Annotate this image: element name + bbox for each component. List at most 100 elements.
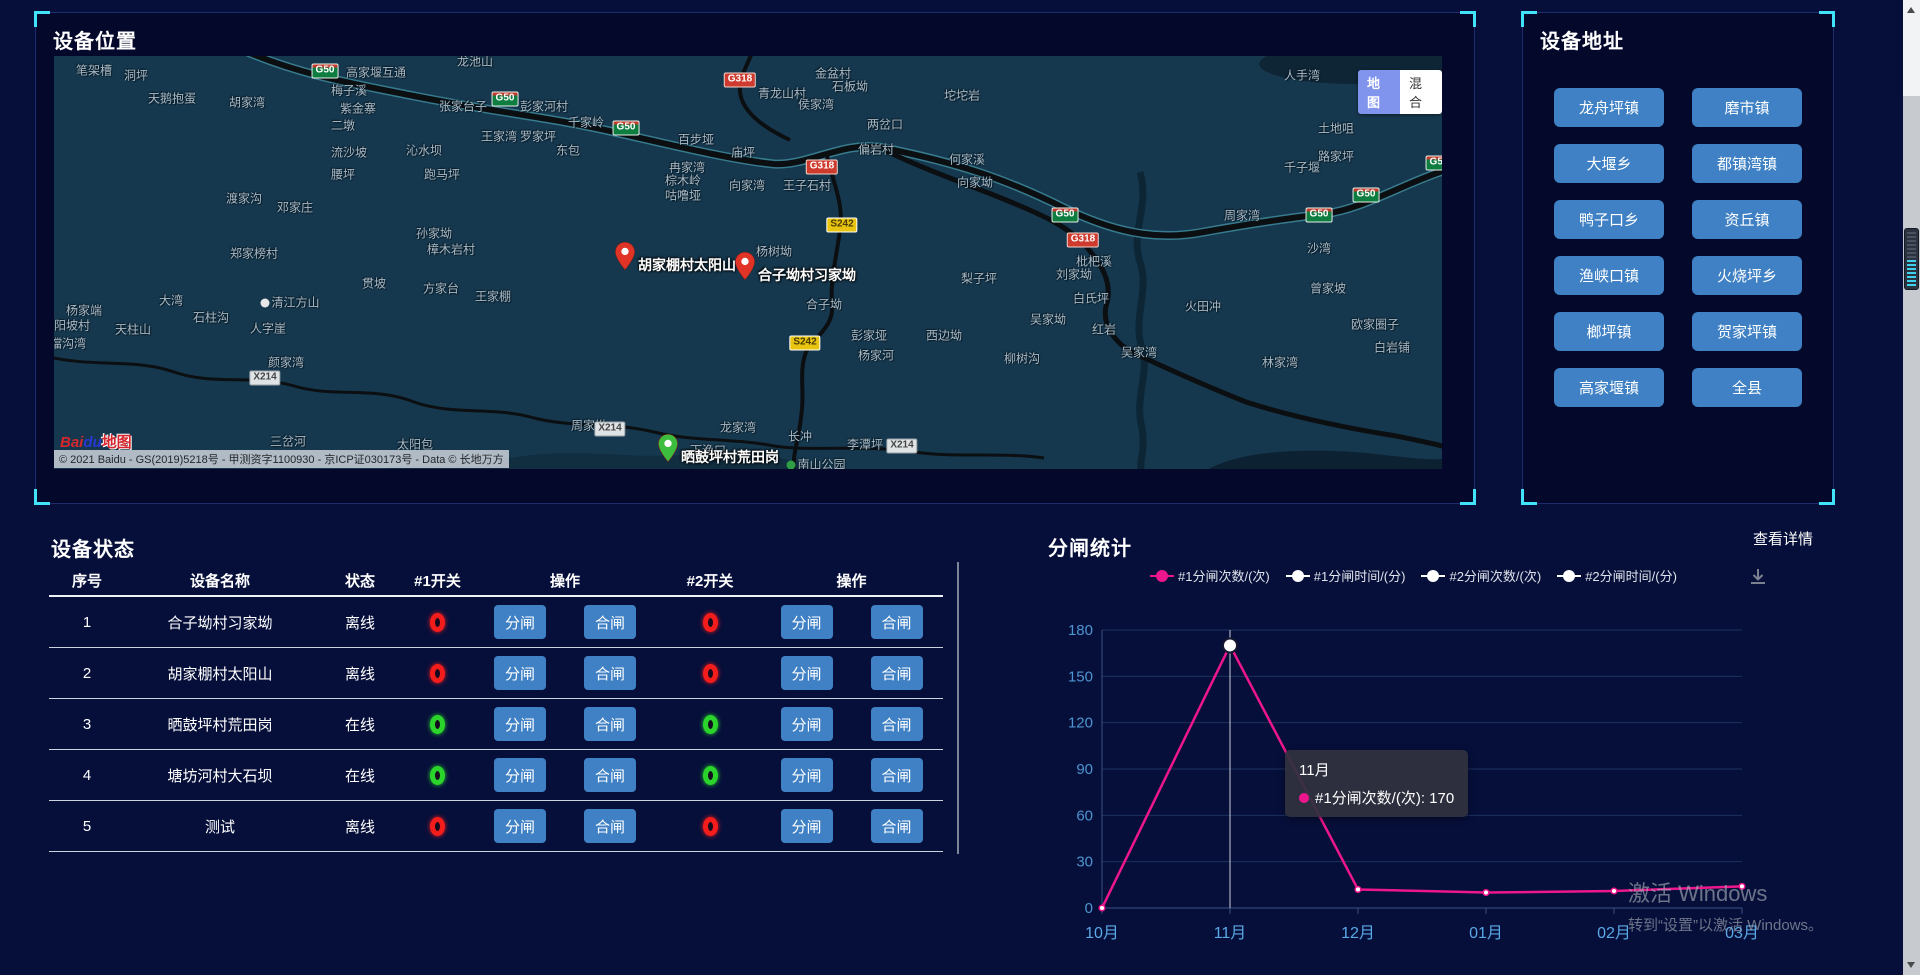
map-place-label: 方家台 xyxy=(423,280,459,297)
tooltip-value: #1分闸次数/(次): 170 xyxy=(1315,787,1454,808)
switch1-close-button[interactable]: 合闸 xyxy=(584,809,636,843)
address-button[interactable]: 鸭子口乡 xyxy=(1554,200,1664,239)
map-place-label: 二墩 xyxy=(331,117,355,134)
map-place-label: 天鹅抱蛋 xyxy=(148,90,196,107)
road-shield: G318 xyxy=(724,73,756,88)
switch2-open-button[interactable]: 分闸 xyxy=(781,656,833,690)
row-index: 3 xyxy=(49,716,125,733)
map-place-label: 向家坳 xyxy=(957,174,993,191)
map-type-toggle[interactable]: 地图混合 xyxy=(1358,70,1442,114)
view-details-link[interactable]: 查看详情 xyxy=(1753,528,1813,549)
switch2-close-button[interactable]: 合闸 xyxy=(871,758,923,792)
switch1-status-light xyxy=(430,664,445,683)
address-button[interactable]: 全县 xyxy=(1692,368,1802,407)
baidu-map[interactable]: 笔架槽洞坪天鹅抱蛋胡家湾高家堰互通梅子溪紫金寨二墩流沙坡沁水坝腰坪跑马坪渡家沟邓… xyxy=(54,56,1442,469)
device-location-panel: 设备位置 笔架槽洞坪天鹅抱蛋胡家湾高家堰互通梅子溪紫金寨二墩流沙坡沁水坝腰坪跑马… xyxy=(35,12,1475,504)
scrollbar-top xyxy=(1903,0,1920,96)
status-text: 离线 xyxy=(315,816,405,837)
svg-text:180: 180 xyxy=(1068,622,1093,639)
address-button[interactable]: 渔峡口镇 xyxy=(1554,256,1664,295)
map-place-label: 庙坪 xyxy=(731,144,755,161)
device-location-title: 设备位置 xyxy=(53,25,137,54)
chart-legend: #1分闸次数/(次) #1分闸时间/(分) #2分闸次数/(次) #2分闸时间/(分) xyxy=(1150,566,1677,585)
switch1-open-button[interactable]: 分闸 xyxy=(494,707,546,741)
switch2-close-button[interactable]: 合闸 xyxy=(871,656,923,690)
trip-stats-title: 分闸统计 xyxy=(1048,532,1132,561)
legend-item[interactable]: #2分闸时间/(分) xyxy=(1557,566,1677,585)
map-pin-icon[interactable] xyxy=(614,241,636,271)
map-place-label: 腰坪 xyxy=(331,166,355,183)
map-place-label: 王家湾 xyxy=(481,128,517,145)
map-place-label: 何家溪 xyxy=(949,151,985,168)
legend-item[interactable]: #1分闸次数/(次) xyxy=(1150,566,1270,585)
switch2-status-light xyxy=(703,766,718,785)
switch2-close-button[interactable]: 合闸 xyxy=(871,605,923,639)
switch1-open-button[interactable]: 分闸 xyxy=(494,605,546,639)
map-place-label: 红岩 xyxy=(1092,321,1116,338)
map-pin-icon[interactable] xyxy=(734,251,756,281)
map-place-label: 柳树沟 xyxy=(1004,350,1040,367)
road-shield: S242 xyxy=(789,336,820,351)
switch1-close-button[interactable]: 合闸 xyxy=(584,605,636,639)
device-name: 晒鼓坪村荒田岗 xyxy=(125,714,315,735)
svg-text:60: 60 xyxy=(1076,807,1093,824)
address-button[interactable]: 大堰乡 xyxy=(1554,144,1664,183)
map-place-label: 梅子溪 xyxy=(331,82,367,99)
table-row: 1合子坳村习家坳离线分闸合闸分闸合闸 xyxy=(49,597,943,648)
switch1-open-button[interactable]: 分闸 xyxy=(494,809,546,843)
map-place-label: 胡家湾 xyxy=(229,94,265,111)
scroll-up-icon[interactable] xyxy=(1907,7,1915,13)
switch1-status-light xyxy=(430,766,445,785)
map-place-label: 两岔口 xyxy=(867,116,903,133)
map-place-label: 彭家垭 xyxy=(851,327,887,344)
map-place-label: 坨坨岩 xyxy=(944,87,980,104)
switch2-close-button[interactable]: 合闸 xyxy=(871,809,923,843)
map-place-label: 跑马坪 xyxy=(424,166,460,183)
legend-line-icon xyxy=(1421,570,1445,582)
switch1-open-button[interactable]: 分闸 xyxy=(494,656,546,690)
switch1-status-light xyxy=(430,817,445,836)
switch2-close-button[interactable]: 合闸 xyxy=(871,707,923,741)
address-button[interactable]: 贺家坪镇 xyxy=(1692,312,1802,351)
switch2-open-button[interactable]: 分闸 xyxy=(781,707,833,741)
map-place-label: 梨子坪 xyxy=(961,270,997,287)
map-pin-label: 晒鼓坪村荒田岗 xyxy=(681,447,779,467)
scroll-down-icon[interactable] xyxy=(1907,962,1915,968)
column-header: 操作 xyxy=(470,570,660,591)
corner-decoration xyxy=(1460,11,1476,27)
address-button[interactable]: 龙舟坪镇 xyxy=(1554,88,1664,127)
map-place-label: 渡家沟 xyxy=(226,190,262,207)
download-icon[interactable] xyxy=(1747,566,1769,593)
switch2-open-button[interactable]: 分闸 xyxy=(781,809,833,843)
map-pin-icon[interactable] xyxy=(657,433,679,463)
map-place-label: 吴家坳 xyxy=(1030,311,1066,328)
address-button[interactable]: 榔坪镇 xyxy=(1554,312,1664,351)
legend-label: #1分闸时间/(分) xyxy=(1314,566,1406,585)
map-place-label: 邓家庄 xyxy=(277,199,313,216)
scrollbar-thumb[interactable] xyxy=(1904,228,1919,290)
legend-item[interactable]: #1分闸时间/(分) xyxy=(1286,566,1406,585)
legend-item[interactable]: #2分闸次数/(次) xyxy=(1421,566,1541,585)
switch1-open-button[interactable]: 分闸 xyxy=(494,758,546,792)
table-row: 5测试离线分闸合闸分闸合闸 xyxy=(49,801,943,852)
legend-label: #2分闸次数/(次) xyxy=(1449,566,1541,585)
map-place-label: 人手湾 xyxy=(1284,67,1320,84)
switch2-open-button[interactable]: 分闸 xyxy=(781,605,833,639)
map-type-satellite-button[interactable]: 混合 xyxy=(1400,70,1442,114)
address-button[interactable]: 火烧坪乡 xyxy=(1692,256,1802,295)
status-text: 在线 xyxy=(315,714,405,735)
map-type-map-button[interactable]: 地图 xyxy=(1358,70,1400,114)
address-button[interactable]: 资丘镇 xyxy=(1692,200,1802,239)
map-place-label: 王家棚 xyxy=(475,288,511,305)
switch1-close-button[interactable]: 合闸 xyxy=(584,758,636,792)
switch2-open-button[interactable]: 分闸 xyxy=(781,758,833,792)
poi-icon xyxy=(260,299,269,308)
scrollbar[interactable] xyxy=(1903,0,1920,975)
map-place-label: 白氏坪 xyxy=(1073,290,1109,307)
switch1-close-button[interactable]: 合闸 xyxy=(584,707,636,741)
address-button[interactable]: 都镇湾镇 xyxy=(1692,144,1802,183)
address-button[interactable]: 磨市镇 xyxy=(1692,88,1802,127)
map-attribution: © 2021 Baidu - GS(2019)5218号 - 甲测资字11009… xyxy=(54,450,509,468)
address-button[interactable]: 高家堰镇 xyxy=(1554,368,1664,407)
switch1-close-button[interactable]: 合闸 xyxy=(584,656,636,690)
